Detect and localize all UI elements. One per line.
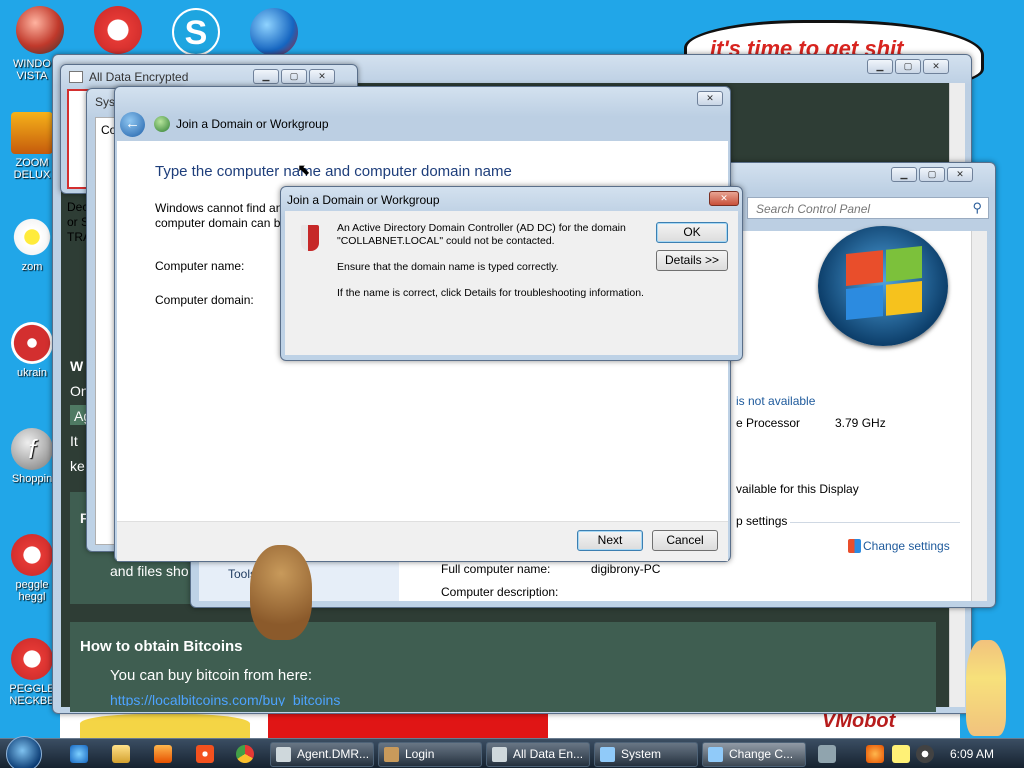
full-name-label: Full computer name: xyxy=(441,562,551,576)
flash-icon: f xyxy=(11,428,53,470)
window-controls: ▁ ▢ ✕ xyxy=(867,59,949,74)
error-icon xyxy=(301,225,319,251)
mouse-cursor-icon: ⬉ xyxy=(297,162,311,179)
ransom-line: It xyxy=(70,433,78,449)
start-button[interactable] xyxy=(6,736,42,768)
hamster-icon xyxy=(384,747,399,762)
close-icon[interactable]: ✕ xyxy=(709,191,739,206)
folder-icon[interactable] xyxy=(112,745,130,763)
error-message: If the name is correct, click Details fo… xyxy=(337,287,644,299)
error-message: An Active Directory Domain Controller (A… xyxy=(337,222,626,247)
back-button[interactable]: ← xyxy=(120,112,145,137)
maximize-icon[interactable]: ▢ xyxy=(919,167,945,182)
obtain-text: You can buy bitcoin from here: xyxy=(110,667,313,684)
next-button[interactable]: Next xyxy=(577,530,643,551)
media-player-icon[interactable] xyxy=(154,745,172,763)
skype-icon[interactable]: S xyxy=(172,8,220,56)
task-all-data[interactable]: All Data En... xyxy=(486,742,590,767)
search-box[interactable]: Search Control Panel ⚲ xyxy=(747,197,989,219)
minimize-icon[interactable]: ▁ xyxy=(867,59,893,74)
peggle-icon[interactable] xyxy=(94,6,142,54)
change-settings-link[interactable]: Change settings xyxy=(863,539,950,553)
paint-icon[interactable] xyxy=(196,745,214,763)
wizard-body-text: computer domain can b xyxy=(155,216,281,230)
window-controls: ▁ ▢ ✕ xyxy=(253,69,335,84)
close-icon[interactable]: ✕ xyxy=(923,59,949,74)
network-icon xyxy=(154,116,170,132)
obtain-heading: How to obtain Bitcoins xyxy=(80,638,243,655)
radiation-icon xyxy=(11,322,53,364)
ball-icon[interactable] xyxy=(16,6,64,54)
red-doodle-block xyxy=(268,712,548,738)
close-icon[interactable]: ✕ xyxy=(697,91,723,106)
wizard-heading: Type the computer name and computer doma… xyxy=(155,163,512,180)
search-input[interactable]: Search Control Panel xyxy=(756,202,870,216)
browser-globe-icon[interactable] xyxy=(250,8,298,56)
volume-icon[interactable] xyxy=(916,745,934,763)
task-system[interactable]: System xyxy=(594,742,698,767)
task-change[interactable]: Change C... xyxy=(702,742,806,767)
display-text: vailable for this Display xyxy=(736,482,859,496)
not-available-link[interactable]: is not available xyxy=(736,394,815,408)
close-icon[interactable]: ✕ xyxy=(309,69,335,84)
internet-explorer-icon[interactable] xyxy=(70,745,88,763)
hamster-image xyxy=(250,545,312,640)
window-controls: ✕ xyxy=(697,91,723,106)
window-controls: ▁ ▢ ✕ xyxy=(891,167,973,182)
yellow-doodle xyxy=(80,714,250,738)
shield-icon xyxy=(848,539,861,553)
note-tray-icon[interactable] xyxy=(892,745,910,763)
chrome-icon[interactable] xyxy=(236,745,254,763)
maximize-icon[interactable]: ▢ xyxy=(281,69,307,84)
error-message: Ensure that the domain name is typed cor… xyxy=(337,261,559,273)
error-dialog: Join a Domain or Workgroup ✕ xyxy=(280,186,743,361)
full-name-value: digibrony-PC xyxy=(591,562,661,576)
ransom-line: and files sho xyxy=(110,563,189,579)
windows-flag-icon xyxy=(846,246,922,320)
task-login[interactable]: Login xyxy=(378,742,482,767)
minimize-icon[interactable]: ▁ xyxy=(253,69,279,84)
computer-domain-label: Computer domain: xyxy=(155,293,254,307)
ransom-line: ke xyxy=(70,458,85,474)
settings-divider xyxy=(790,522,960,523)
peggle-icon xyxy=(11,534,53,576)
dialog-title: Join a Domain or Workgroup xyxy=(287,193,440,207)
clock[interactable]: 6:09 AM xyxy=(950,747,994,761)
settings-section-title: p settings xyxy=(736,514,788,528)
network-tray-icon[interactable] xyxy=(818,745,836,763)
system-icon xyxy=(600,747,615,762)
details-button[interactable]: Details >> xyxy=(656,250,728,271)
taskbar: Agent.DMR... Login All Data En... System… xyxy=(0,736,1024,768)
flower-icon xyxy=(11,216,53,258)
zoom-icon xyxy=(11,112,53,154)
window-title: All Data Encrypted xyxy=(89,70,189,84)
processor-label: e Processor xyxy=(736,416,801,430)
search-icon[interactable]: ⚲ xyxy=(972,200,982,216)
ransom-line: W xyxy=(70,358,84,374)
wizard-title: Join a Domain or Workgroup xyxy=(176,117,329,131)
obtain-link[interactable]: https://localbitcoins.com/buy_bitcoins xyxy=(110,692,340,706)
cancel-button[interactable]: Cancel xyxy=(652,530,718,551)
minimize-icon[interactable]: ▁ xyxy=(891,167,917,182)
wizard-body-text: Windows cannot find an xyxy=(155,201,283,215)
peggle-icon xyxy=(11,638,53,680)
description-label: Computer description: xyxy=(441,585,559,599)
ok-button[interactable]: OK xyxy=(656,222,728,243)
app-icon xyxy=(69,71,83,83)
search-tray-icon[interactable] xyxy=(866,745,884,763)
window-icon xyxy=(276,747,291,762)
window-controls: ✕ xyxy=(709,191,739,206)
computer-name-label: Computer name: xyxy=(155,259,245,273)
dancer-image xyxy=(966,640,1006,736)
maximize-icon[interactable]: ▢ xyxy=(895,59,921,74)
vertical-scrollbar[interactable] xyxy=(971,231,987,601)
task-agent[interactable]: Agent.DMR... xyxy=(270,742,374,767)
system-icon xyxy=(708,747,723,762)
close-icon[interactable]: ✕ xyxy=(947,167,973,182)
processor-value: 3.79 GHz xyxy=(835,416,886,430)
window-icon xyxy=(492,747,507,762)
